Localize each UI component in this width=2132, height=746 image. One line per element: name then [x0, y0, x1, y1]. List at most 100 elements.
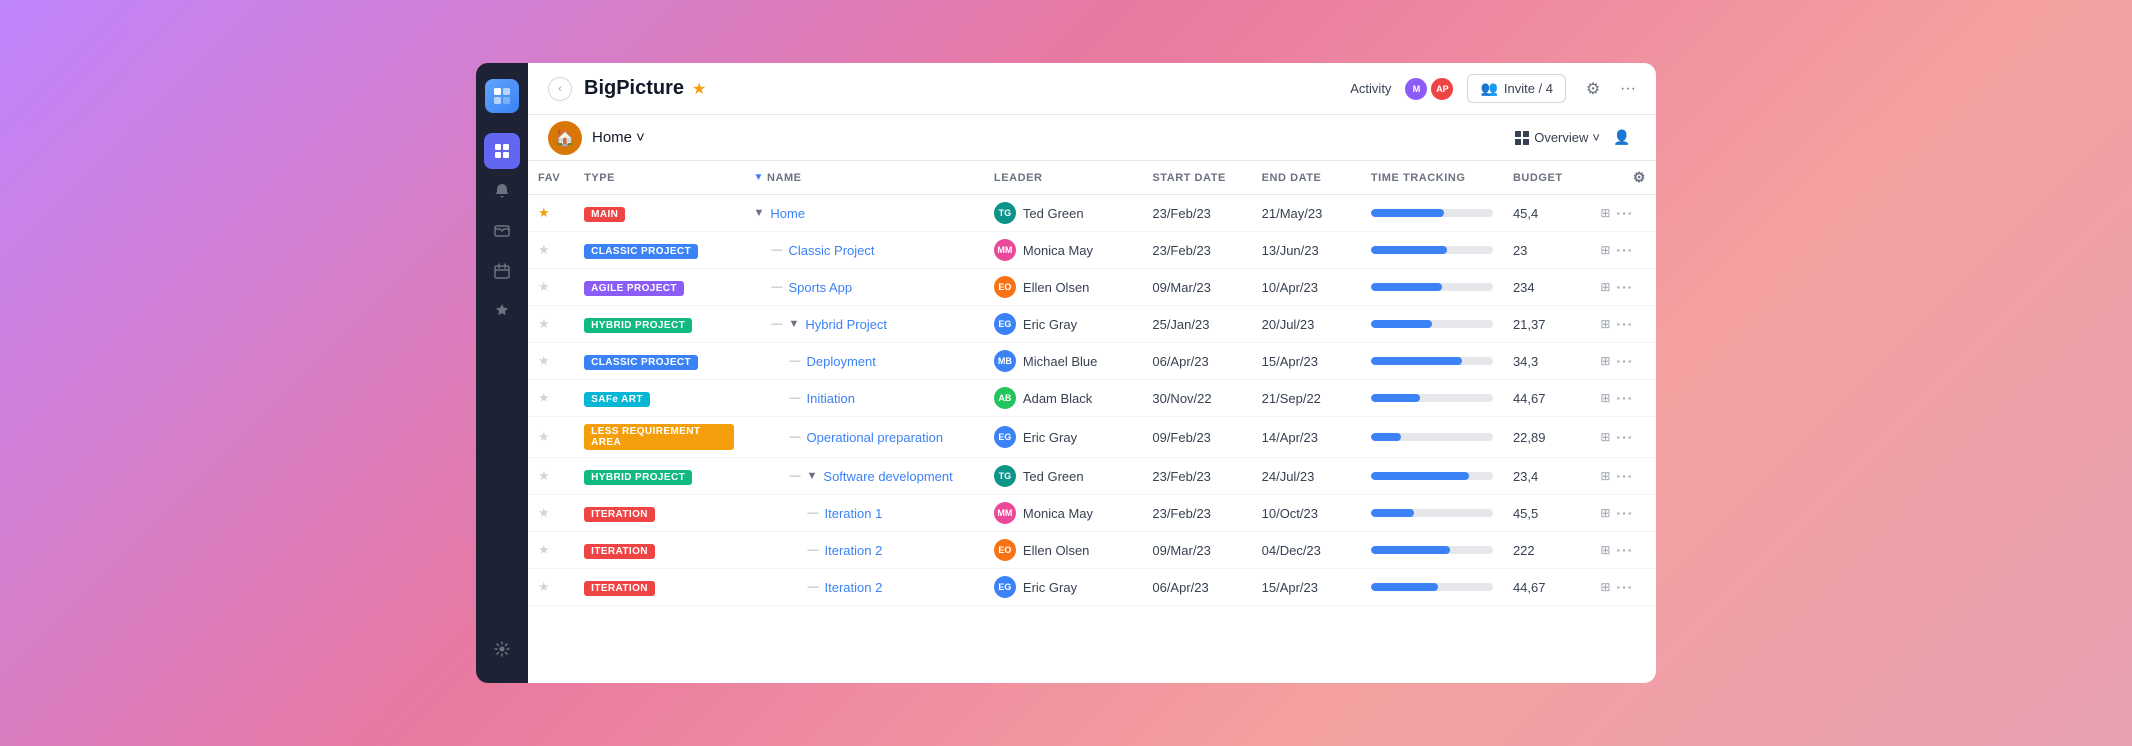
- th-settings[interactable]: ⚙: [1590, 161, 1656, 195]
- row-name-9[interactable]: — Iteration 2: [754, 543, 974, 558]
- th-budget: BUDGET: [1503, 161, 1590, 195]
- budget-8: 45,5: [1503, 495, 1590, 532]
- indent-arrow-4: —: [790, 355, 801, 367]
- row-name-10[interactable]: — Iteration 2: [754, 580, 974, 595]
- favorite-star-4[interactable]: ★: [538, 353, 550, 368]
- overview-button[interactable]: Overview ˅: [1514, 130, 1600, 146]
- name-text-8[interactable]: Iteration 1: [825, 506, 883, 521]
- start-date-9: 09/Mar/23: [1142, 532, 1251, 569]
- favorite-star-7[interactable]: ★: [538, 468, 550, 483]
- budget-2: 234: [1503, 269, 1590, 306]
- favorite-star-5[interactable]: ★: [538, 390, 550, 405]
- row-grid-icon-6[interactable]: ⊞: [1600, 430, 1610, 444]
- row-more-icon-3[interactable]: ···: [1616, 316, 1633, 332]
- row-grid-icon-3[interactable]: ⊞: [1600, 317, 1610, 331]
- indent-arrow-7: —: [790, 470, 801, 482]
- name-text-0[interactable]: Home: [770, 206, 805, 221]
- row-more-icon-1[interactable]: ···: [1616, 242, 1633, 258]
- progress-track-2: [1371, 283, 1493, 291]
- favorite-star-1[interactable]: ★: [538, 242, 550, 257]
- name-text-3[interactable]: Hybrid Project: [805, 317, 887, 332]
- row-name-7[interactable]: — ▼ Software development: [754, 469, 974, 484]
- row-more-icon-8[interactable]: ···: [1616, 505, 1633, 521]
- sidebar-icon-grid[interactable]: [484, 133, 520, 169]
- row-grid-icon-9[interactable]: ⊞: [1600, 543, 1610, 557]
- sidebar-icon-calendar[interactable]: [484, 253, 520, 289]
- favorite-star-3[interactable]: ★: [538, 316, 550, 331]
- favorite-star[interactable]: ★: [692, 79, 706, 99]
- row-name-5[interactable]: — Initiation: [754, 391, 974, 406]
- name-text-5[interactable]: Initiation: [807, 391, 855, 406]
- project-table: FAV TYPE ▼ NAME LEADER: [528, 161, 1656, 606]
- leader-name-2: Ellen Olsen: [1023, 280, 1089, 295]
- name-text-10[interactable]: Iteration 2: [825, 580, 883, 595]
- home-label[interactable]: Home ˅: [592, 129, 645, 146]
- end-date-0: 21/May/23: [1252, 195, 1361, 232]
- name-text-1[interactable]: Classic Project: [789, 243, 875, 258]
- favorite-star-2[interactable]: ★: [538, 279, 550, 294]
- progress-fill-1: [1371, 246, 1447, 254]
- row-more-icon-2[interactable]: ···: [1616, 279, 1633, 295]
- sidebar-icon-inbox[interactable]: [484, 213, 520, 249]
- row-name-4[interactable]: — Deployment: [754, 354, 974, 369]
- sidebar-icon-bell[interactable]: [484, 173, 520, 209]
- user-icon-button[interactable]: 👤: [1608, 124, 1636, 152]
- row-more-icon-10[interactable]: ···: [1616, 579, 1633, 595]
- row-more-icon-0[interactable]: ···: [1616, 205, 1633, 221]
- row-name-8[interactable]: — Iteration 1: [754, 506, 974, 521]
- row-grid-icon-4[interactable]: ⊞: [1600, 354, 1610, 368]
- expand-arrow-0[interactable]: ▼: [754, 207, 765, 219]
- row-grid-icon-5[interactable]: ⊞: [1600, 391, 1610, 405]
- progress-bar-5: [1371, 394, 1493, 402]
- sidebar-icon-star[interactable]: [484, 293, 520, 329]
- type-badge-6: LESS REQUIREMENT AREA: [584, 424, 733, 450]
- row-grid-icon-7[interactable]: ⊞: [1600, 469, 1610, 483]
- expand-arrow-3[interactable]: ▼: [789, 318, 800, 330]
- name-text-7[interactable]: Software development: [823, 469, 952, 484]
- sidebar-icon-settings-bottom[interactable]: [484, 631, 520, 667]
- row-name-3[interactable]: — ▼ Hybrid Project: [754, 317, 974, 332]
- favorite-star-8[interactable]: ★: [538, 505, 550, 520]
- favorite-star-9[interactable]: ★: [538, 542, 550, 557]
- expand-arrow-7[interactable]: ▼: [807, 470, 818, 482]
- leader-name-4: Michael Blue: [1023, 354, 1097, 369]
- more-options-button[interactable]: ···: [1620, 80, 1636, 98]
- row-more-icon-7[interactable]: ···: [1616, 468, 1633, 484]
- name-text-4[interactable]: Deployment: [807, 354, 876, 369]
- type-badge-5: SAFe ART: [584, 392, 650, 407]
- settings-button[interactable]: ⚙: [1578, 74, 1608, 104]
- row-name-6[interactable]: — Operational preparation: [754, 430, 974, 445]
- row-name-0[interactable]: ▼ Home: [754, 206, 974, 221]
- budget-7: 23,4: [1503, 458, 1590, 495]
- row-grid-icon-2[interactable]: ⊞: [1600, 280, 1610, 294]
- favorite-star-10[interactable]: ★: [538, 579, 550, 594]
- budget-6: 22,89: [1503, 417, 1590, 458]
- row-more-icon-6[interactable]: ···: [1616, 429, 1633, 445]
- row-grid-icon-1[interactable]: ⊞: [1600, 243, 1610, 257]
- row-grid-icon-10[interactable]: ⊞: [1600, 580, 1610, 594]
- progress-bar-3: [1371, 320, 1493, 328]
- type-badge-8: ITERATION: [584, 507, 655, 522]
- progress-fill-9: [1371, 546, 1450, 554]
- budget-0: 45,4: [1503, 195, 1590, 232]
- name-text-9[interactable]: Iteration 2: [825, 543, 883, 558]
- favorite-star-6[interactable]: ★: [538, 429, 550, 444]
- progress-track-10: [1371, 583, 1493, 591]
- row-more-icon-9[interactable]: ···: [1616, 542, 1633, 558]
- row-grid-icon-8[interactable]: ⊞: [1600, 506, 1610, 520]
- name-text-2[interactable]: Sports App: [789, 280, 853, 295]
- budget-1: 23: [1503, 232, 1590, 269]
- name-text-6[interactable]: Operational preparation: [807, 430, 944, 445]
- row-more-icon-4[interactable]: ···: [1616, 353, 1633, 369]
- row-name-1[interactable]: — Classic Project: [754, 243, 974, 258]
- leader-avatar-2: EO: [994, 276, 1016, 298]
- favorite-star-0[interactable]: ★: [538, 205, 550, 220]
- row-name-2[interactable]: — Sports App: [754, 280, 974, 295]
- th-name[interactable]: ▼ NAME: [744, 161, 984, 195]
- column-settings-icon[interactable]: ⚙: [1633, 169, 1646, 185]
- app-logo[interactable]: [485, 79, 519, 113]
- invite-button[interactable]: 👥 Invite / 4: [1467, 74, 1566, 103]
- row-grid-icon-0[interactable]: ⊞: [1600, 206, 1610, 220]
- row-more-icon-5[interactable]: ···: [1616, 390, 1633, 406]
- collapse-button[interactable]: ‹: [548, 77, 572, 101]
